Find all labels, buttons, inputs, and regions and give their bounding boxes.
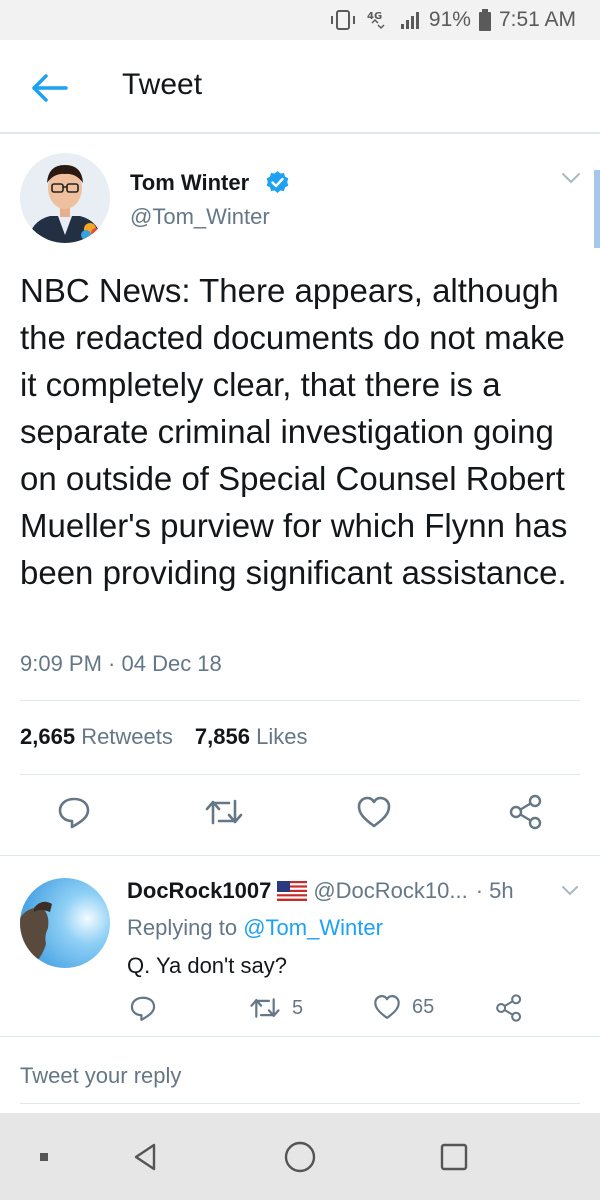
replying-to-link[interactable]: @Tom_Winter <box>243 915 383 940</box>
reply-actions: 5 65 <box>120 993 580 1031</box>
reply-retweet-button[interactable]: 5 <box>248 993 303 1023</box>
arrow-left-icon <box>32 74 68 102</box>
reply-button[interactable] <box>52 790 96 834</box>
triangle-back-icon <box>134 1143 156 1171</box>
likes-stat[interactable]: 7,856 Likes <box>195 724 308 750</box>
square-recents-icon <box>440 1143 468 1171</box>
retweet-button[interactable] <box>202 790 246 834</box>
signal-icon <box>399 9 421 31</box>
retweets-count: 2,665 <box>20 724 76 749</box>
page-title: Tweet <box>122 68 203 101</box>
nav-recents-button[interactable] <box>436 1139 472 1175</box>
reply-author-handle[interactable]: @DocRock10... <box>313 878 467 904</box>
nav-menu-button[interactable] <box>26 1139 62 1175</box>
vibrate-icon <box>329 8 357 32</box>
share-button[interactable] <box>504 790 548 834</box>
chevron-down-icon <box>562 886 578 896</box>
heart-icon <box>357 796 391 828</box>
reply-retweet-count: 5 <box>292 996 304 1019</box>
heart-icon <box>374 995 400 1019</box>
battery-icon <box>478 9 491 31</box>
clock: 7:51 AM <box>498 8 576 31</box>
reply-header: DocRock1007 @DocRock10... · 5h <box>127 878 514 904</box>
replying-prefix: Replying to <box>127 915 238 940</box>
nav-back-button[interactable] <box>128 1139 164 1175</box>
circle-home-icon <box>284 1141 316 1173</box>
divider <box>20 774 580 775</box>
scroll-indicator <box>594 170 600 248</box>
status-bar: 4G 91% 7:51 AM <box>0 0 600 40</box>
section-divider <box>0 1036 600 1037</box>
reply-author-name[interactable]: DocRock1007 <box>127 878 271 904</box>
tweet-timestamp: 9:09 PM · 04 Dec 18 <box>20 651 222 676</box>
share-icon <box>496 994 522 1022</box>
square-dot-icon <box>40 1153 48 1161</box>
section-divider <box>0 855 600 856</box>
reply-menu-button[interactable] <box>560 884 580 898</box>
retweets-label: Retweets <box>81 724 173 749</box>
system-nav-bar <box>0 1113 600 1200</box>
likes-count: 7,856 <box>194 724 250 749</box>
retweet-icon <box>250 998 280 1018</box>
likes-label: Likes <box>256 724 308 749</box>
retweets-stat[interactable]: 2,665 Retweets <box>20 724 173 750</box>
author-name[interactable]: Tom Winter <box>130 170 249 196</box>
reply-like-count: 65 <box>412 995 435 1018</box>
tweet-menu-button[interactable] <box>560 170 582 186</box>
author-handle[interactable]: @Tom_Winter <box>130 204 270 230</box>
verified-badge-icon <box>265 170 290 195</box>
comment-bubble-icon <box>130 996 156 1021</box>
retweet-icon <box>205 799 243 825</box>
reply-reply-button[interactable] <box>128 993 158 1023</box>
comment-bubble-icon <box>58 797 90 829</box>
reply-like-button[interactable]: 65 <box>372 993 434 1021</box>
reply-avatar[interactable] <box>20 878 110 968</box>
nav-home-button[interactable] <box>282 1139 318 1175</box>
network-4g-icon: 4G <box>365 8 391 32</box>
replying-to: Replying to @Tom_Winter <box>127 915 383 941</box>
chevron-down-icon <box>562 173 580 184</box>
like-button[interactable] <box>352 790 396 834</box>
battery-percent: 91% <box>428 8 471 31</box>
compose-underline <box>20 1103 580 1104</box>
divider <box>20 700 580 701</box>
reply-text: Q. Ya don't say? <box>127 953 287 978</box>
app-bar: Tweet <box>0 40 600 134</box>
reply-share-button[interactable] <box>494 993 524 1023</box>
tweet-text: NBC News: There appears, although the re… <box>20 272 568 591</box>
share-icon <box>509 794 542 830</box>
us-flag-icon <box>277 881 308 901</box>
reply-time: · 5h <box>475 878 514 903</box>
tweet-stats: 2,665 Retweets 7,856 Likes <box>20 724 307 750</box>
reply-compose-input[interactable]: Tweet your reply <box>20 1063 181 1089</box>
author-avatar[interactable] <box>20 153 110 243</box>
tweet-actions <box>0 790 600 840</box>
back-button[interactable] <box>30 72 70 104</box>
